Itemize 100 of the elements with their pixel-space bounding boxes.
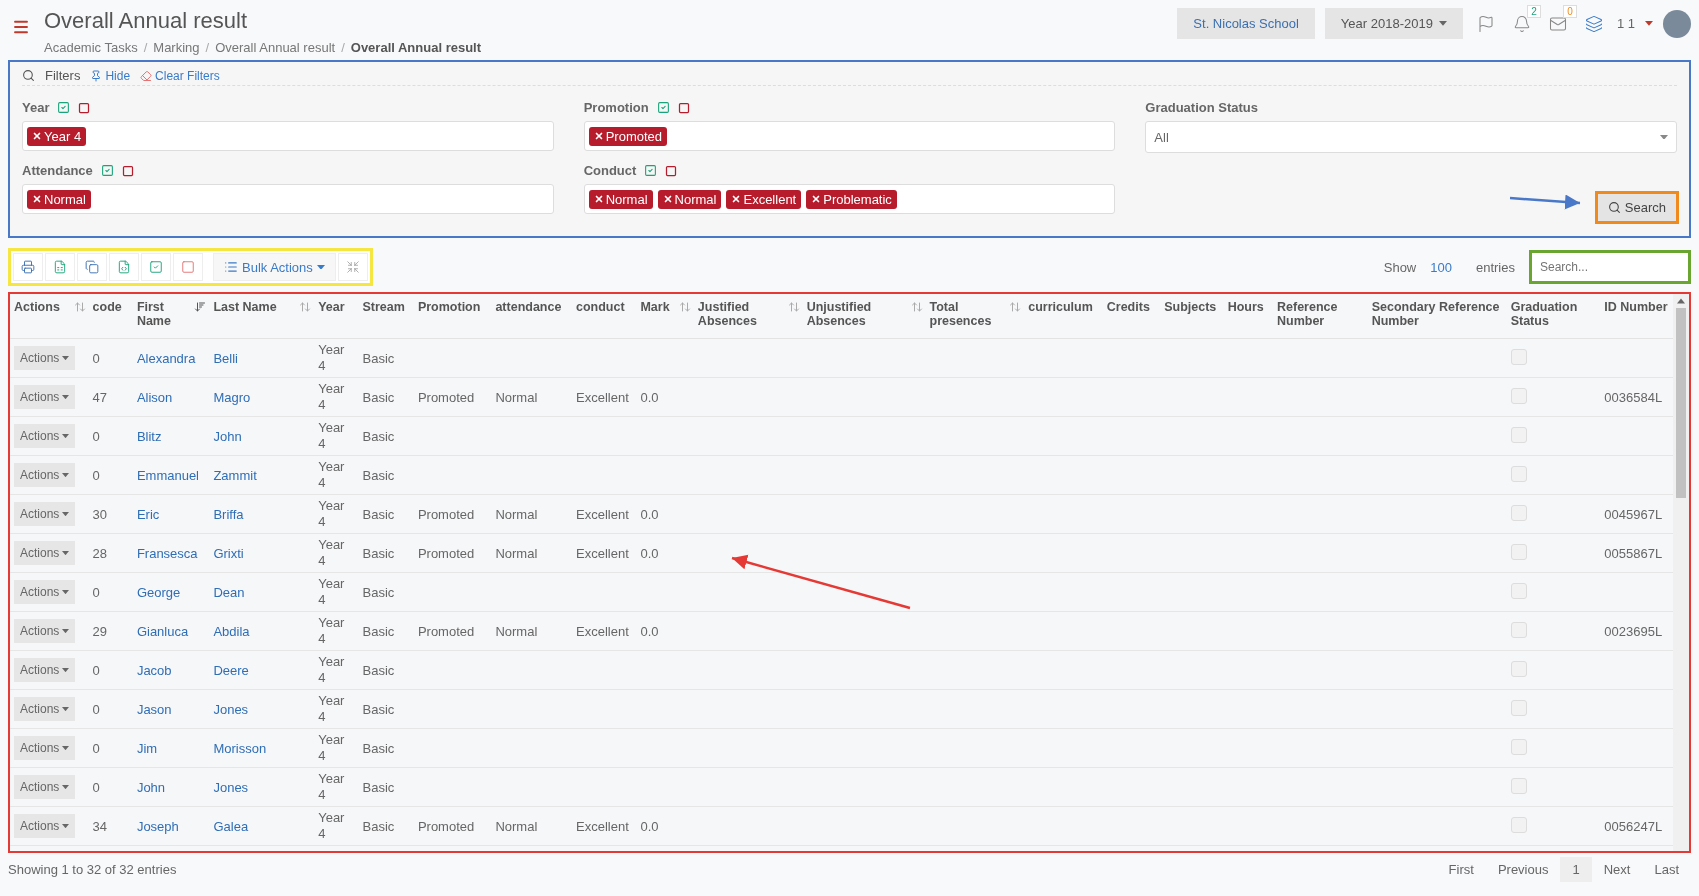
- filter-tag[interactable]: Promoted: [588, 126, 668, 146]
- actions-dropdown[interactable]: Actions: [14, 385, 76, 409]
- actions-dropdown[interactable]: Actions: [14, 619, 76, 643]
- caret-icon[interactable]: [1438, 21, 1447, 26]
- graduation-checkbox[interactable]: [1510, 660, 1527, 677]
- sort-icon[interactable]: [299, 301, 312, 313]
- page-size-select[interactable]: 100: [1430, 259, 1452, 275]
- name-link[interactable]: Eric: [132, 494, 210, 534]
- caret-icon[interactable]: [1645, 21, 1653, 26]
- name-link[interactable]: Jason: [132, 689, 210, 729]
- column-header[interactable]: Justified Absences: [693, 294, 803, 339]
- actions-dropdown[interactable]: Actions: [14, 580, 76, 604]
- name-link[interactable]: Magro: [209, 377, 315, 417]
- name-link[interactable]: Alison: [132, 377, 210, 417]
- pagination-link[interactable]: First: [1436, 857, 1486, 882]
- name-link[interactable]: Jim: [132, 728, 210, 768]
- tag-input[interactable]: Promoted: [583, 121, 1116, 151]
- bell-icon[interactable]: [1512, 14, 1531, 33]
- name-link[interactable]: John: [132, 767, 210, 807]
- column-header[interactable]: Mark: [636, 294, 694, 339]
- select-all-button[interactable]: [141, 253, 171, 281]
- breadcrumb[interactable]: Marking: [153, 40, 200, 55]
- clear-filters-link[interactable]: Clear Filters: [140, 68, 220, 83]
- excel-button[interactable]: [45, 253, 75, 281]
- sort-icon[interactable]: [678, 301, 691, 313]
- remove-icon[interactable]: [662, 194, 673, 204]
- pagination-link[interactable]: 1: [1560, 857, 1592, 882]
- hide-link[interactable]: Hide: [90, 68, 131, 83]
- actions-dropdown[interactable]: Actions: [14, 775, 76, 799]
- column-header[interactable]: Actions: [10, 294, 89, 339]
- filter-tag[interactable]: Normal: [27, 189, 91, 209]
- tag-input[interactable]: Year 4: [22, 121, 554, 151]
- remove-icon[interactable]: [32, 131, 42, 141]
- tag-input[interactable]: Normal: [22, 184, 554, 214]
- filter-tag[interactable]: Normal: [588, 189, 653, 209]
- filter-tag[interactable]: Normal: [657, 189, 722, 209]
- select-all-icon[interactable]: [656, 101, 670, 114]
- scroll-up-arrow-icon[interactable]: [1677, 298, 1685, 304]
- name-link[interactable]: Jones: [209, 689, 315, 729]
- name-link[interactable]: John: [209, 416, 315, 456]
- breadcrumb[interactable]: Overall Annual result: [215, 40, 336, 55]
- sort-icon[interactable]: [910, 301, 923, 313]
- actions-dropdown[interactable]: Actions: [14, 697, 76, 721]
- sort-icon[interactable]: [787, 301, 800, 313]
- csv-button[interactable]: [109, 253, 139, 281]
- clear-square-icon[interactable]: [78, 101, 91, 114]
- graduation-checkbox[interactable]: [1510, 465, 1527, 482]
- menu-icon[interactable]: [12, 18, 30, 36]
- avatar[interactable]: [1663, 9, 1691, 38]
- column-header[interactable]: Last Name: [209, 294, 315, 339]
- print-button[interactable]: [13, 253, 43, 281]
- copy-button[interactable]: [77, 253, 107, 281]
- actions-dropdown[interactable]: Actions: [14, 736, 76, 760]
- actions-dropdown[interactable]: Actions: [14, 814, 76, 838]
- select-all-icon[interactable]: [57, 101, 71, 114]
- name-link[interactable]: Briffa: [209, 494, 315, 534]
- select-all-icon[interactable]: [644, 164, 658, 177]
- name-link[interactable]: Gianluca: [132, 611, 210, 651]
- filter-tag[interactable]: Problematic: [806, 189, 897, 209]
- clear-square-icon[interactable]: [665, 164, 678, 177]
- scroll-thumb[interactable]: [1676, 308, 1686, 498]
- column-header[interactable]: Unjustified Absences: [802, 294, 926, 339]
- name-link[interactable]: Abdila: [209, 611, 315, 651]
- actions-dropdown[interactable]: Actions: [14, 502, 76, 526]
- graduation-checkbox[interactable]: [1510, 699, 1527, 716]
- bulk-actions-button[interactable]: Bulk Actions: [213, 253, 336, 281]
- name-link[interactable]: Jones: [209, 767, 315, 807]
- actions-dropdown[interactable]: Actions: [14, 424, 76, 448]
- filter-tag[interactable]: Year 4: [27, 126, 87, 146]
- select-field[interactable]: All: [1145, 121, 1677, 153]
- sort-icon[interactable]: [73, 301, 86, 313]
- caret-icon[interactable]: [316, 264, 325, 270]
- clear-square-icon[interactable]: [121, 164, 134, 177]
- graduation-checkbox[interactable]: [1510, 621, 1527, 638]
- tag-input[interactable]: Normal Normal Excellent Problematic: [583, 184, 1116, 214]
- name-link[interactable]: Belli: [209, 338, 315, 378]
- name-link[interactable]: George: [132, 572, 210, 612]
- caret-icon[interactable]: [1660, 134, 1668, 140]
- collapse-button[interactable]: [337, 253, 368, 281]
- name-link[interactable]: Deere: [209, 650, 315, 690]
- name-link[interactable]: Grixti: [209, 533, 315, 573]
- name-link[interactable]: Blitz: [132, 416, 210, 456]
- remove-icon[interactable]: [593, 194, 604, 204]
- mail-icon[interactable]: [1548, 14, 1567, 33]
- name-link[interactable]: Alexandra: [132, 338, 210, 378]
- filter-tag[interactable]: Excellent: [726, 189, 802, 209]
- column-header[interactable]: Total presences: [925, 294, 1025, 339]
- graduation-checkbox[interactable]: [1510, 387, 1527, 404]
- actions-dropdown[interactable]: Actions: [14, 463, 76, 487]
- graduation-checkbox[interactable]: [1510, 348, 1527, 365]
- actions-dropdown[interactable]: Actions: [14, 658, 76, 682]
- name-link[interactable]: Dean: [209, 572, 315, 612]
- year-dropdown[interactable]: Year 2018-2019: [1324, 8, 1463, 39]
- graduation-checkbox[interactable]: [1510, 582, 1527, 599]
- search-field[interactable]: Search...: [1529, 250, 1691, 284]
- column-header[interactable]: First Name: [132, 294, 210, 339]
- sort-descending-icon[interactable]: [194, 301, 207, 313]
- actions-dropdown[interactable]: Actions: [14, 346, 76, 370]
- name-link[interactable]: Emmanuel: [132, 455, 210, 495]
- deselect-button[interactable]: [173, 253, 203, 281]
